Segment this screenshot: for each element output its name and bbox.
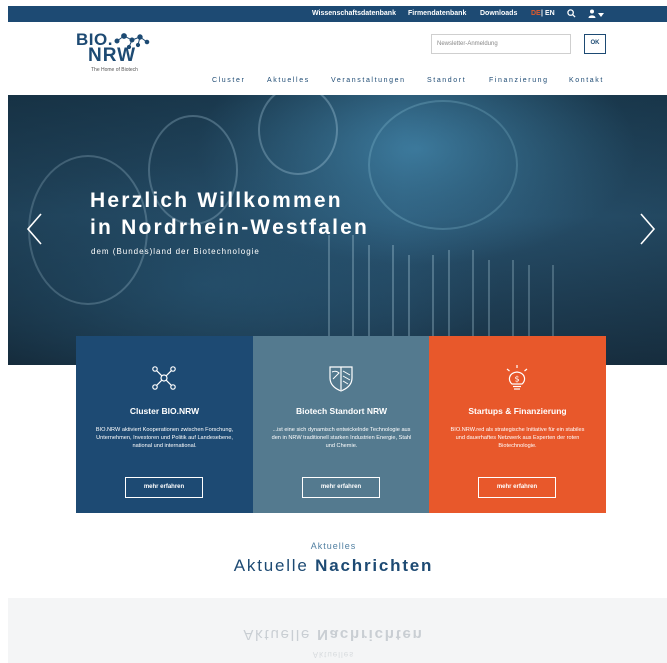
news-kicker-reflection: Aktuelles bbox=[312, 650, 355, 659]
card-cluster: Cluster BIO.NRW BIO.NRW aktiviert Kooper… bbox=[76, 336, 253, 513]
network-icon bbox=[150, 364, 178, 392]
mehr-erfahren-button[interactable]: mehr erfahren bbox=[478, 477, 556, 498]
news-kicker: Aktuelles bbox=[310, 541, 357, 551]
news-title: Aktuelle Nachrichten bbox=[0, 556, 667, 576]
page: Wissenschaftsdatenbank Firmendatenbank D… bbox=[0, 0, 667, 663]
top-bar: Wissenschaftsdatenbank Firmendatenbank D… bbox=[8, 6, 667, 22]
newsletter-ok-button[interactable]: OK bbox=[584, 34, 606, 54]
topbar-link-firmendatenbank[interactable]: Firmendatenbank bbox=[408, 10, 466, 17]
nav-item-kontakt[interactable]: Kontakt bbox=[569, 77, 604, 84]
reflection-bold: Nachrichten bbox=[317, 626, 424, 643]
hero-subtitle: dem (Bundes)land der Biotechnologie bbox=[91, 247, 260, 256]
news-title-reflection: Aktuelle Nachrichten bbox=[0, 626, 667, 643]
card-text: ...ist eine sich dynamisch entwickelnde … bbox=[271, 427, 412, 449]
mehr-erfahren-button[interactable]: mehr erfahren bbox=[125, 477, 203, 498]
search-icon[interactable] bbox=[567, 9, 576, 20]
hero-title-line2: in Nordrhein-Westfalen bbox=[90, 216, 370, 239]
language-separator: | bbox=[541, 10, 543, 17]
news-title-light: Aktuelle bbox=[233, 556, 309, 575]
nav-item-veranstaltungen[interactable]: Veranstaltungen bbox=[331, 77, 406, 84]
logo-text-nrw: NRW bbox=[88, 45, 137, 66]
card-text: BIO.NRW aktiviert Kooperationen zwischen… bbox=[95, 427, 234, 449]
nrw-crest-icon bbox=[327, 364, 355, 392]
nav-item-cluster[interactable]: Cluster bbox=[212, 77, 245, 84]
money-bulb-icon: $ bbox=[503, 364, 531, 392]
reflection-light: Aktuelle bbox=[243, 626, 312, 643]
logo-tagline: The Home of Biotech bbox=[91, 67, 138, 73]
card-title: Cluster BIO.NRW bbox=[129, 406, 200, 416]
nav-item-standort[interactable]: Standort bbox=[427, 77, 466, 84]
card-standort: Biotech Standort NRW ...ist eine sich dy… bbox=[253, 336, 430, 513]
svg-text:$: $ bbox=[514, 375, 519, 384]
newsletter-input[interactable]: Newsletter-Anmeldung bbox=[431, 34, 571, 54]
caret-down-icon[interactable] bbox=[598, 12, 604, 19]
user-icon[interactable] bbox=[588, 9, 596, 20]
chevron-right-icon[interactable] bbox=[637, 212, 657, 246]
card-startups: $ Startups & Finanzierung BIO.NRW.red al… bbox=[429, 336, 606, 513]
mehr-erfahren-button[interactable]: mehr erfahren bbox=[302, 477, 380, 498]
nav-item-aktuelles[interactable]: Aktuelles bbox=[267, 77, 310, 84]
topbar-link-wissenschaftsdatenbank[interactable]: Wissenschaftsdatenbank bbox=[312, 10, 396, 17]
nav-item-finanzierung[interactable]: Finanzierung bbox=[489, 77, 549, 84]
news-title-bold: Nachrichten bbox=[315, 556, 434, 575]
chevron-left-icon[interactable] bbox=[25, 212, 45, 246]
language-en[interactable]: EN bbox=[545, 10, 555, 17]
bio-nrw-logo[interactable]: BIO. NRW The Home of Biotech bbox=[76, 30, 156, 80]
topbar-link-downloads[interactable]: Downloads bbox=[480, 10, 517, 17]
hero-title-line1: Herzlich Willkommen bbox=[90, 189, 343, 212]
card-title: Startups & Finanzierung bbox=[468, 406, 567, 416]
card-title: Biotech Standort NRW bbox=[296, 406, 387, 416]
card-text: BIO.NRW.red als strategische Initiative … bbox=[450, 427, 585, 449]
language-de[interactable]: DE bbox=[531, 10, 541, 17]
